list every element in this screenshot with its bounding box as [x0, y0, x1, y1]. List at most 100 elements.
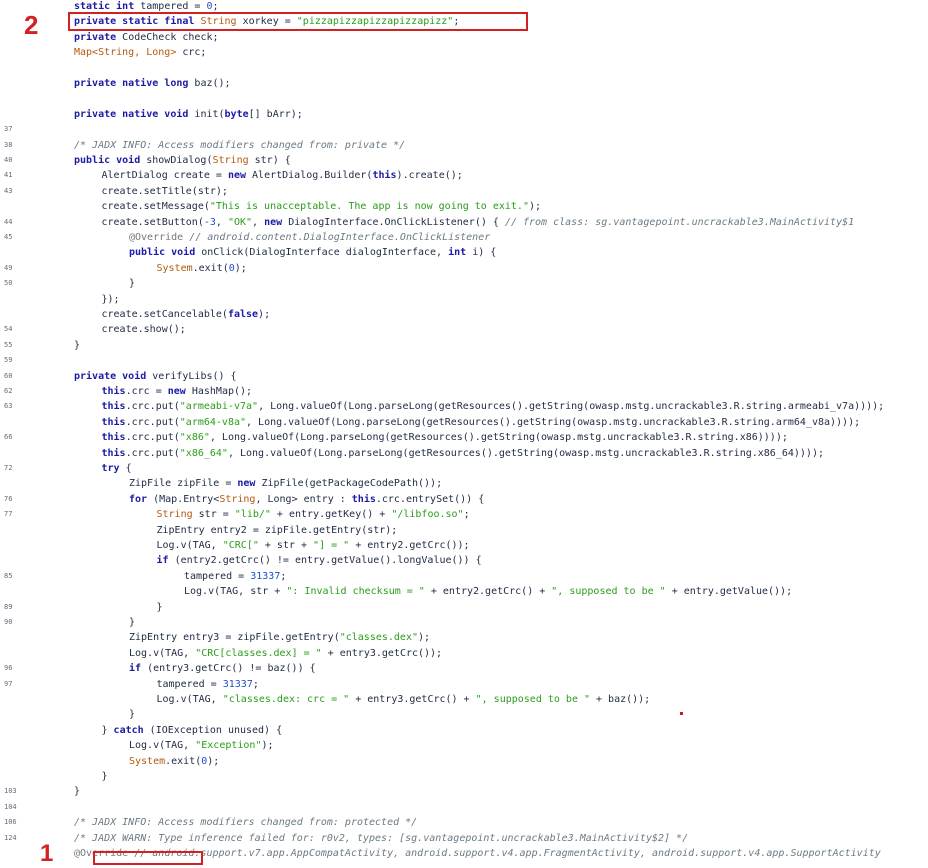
code-line[interactable]: 59 — [0, 354, 928, 367]
code-token: 31337 — [250, 570, 281, 582]
code-token: catch — [113, 724, 150, 736]
code-line[interactable]: 106 /* JADX INFO: Access modifiers change… — [0, 816, 928, 829]
line-number: 106 — [4, 818, 17, 827]
code-text: create.setTitle(str); — [102, 185, 228, 198]
code-line[interactable]: 103} — [0, 785, 928, 798]
line-number: 49 — [4, 263, 13, 272]
code-token: byte — [224, 108, 249, 120]
code-line[interactable]: }); — [0, 293, 928, 306]
code-token: ).create(); — [396, 170, 463, 182]
code-token: , Long.valueOf(Long.parseLong(getResourc… — [246, 416, 861, 428]
code-line[interactable]: Log.v(TAG, "CRC[" + str + "] = " + entry… — [0, 539, 928, 552]
code-line[interactable]: 45 @Override // android.content.DialogInt… — [0, 231, 928, 244]
code-line[interactable]: 96 if (entry3.getCrc() != baz()) { — [0, 662, 928, 675]
code-line[interactable]: 62 this.crc = new HashMap(); — [0, 385, 928, 398]
code-token: create.setTitle(str); — [101, 185, 228, 197]
code-line[interactable]: 37 — [0, 123, 928, 136]
code-line[interactable]: private native void init(byte[] bArr); — [0, 108, 928, 121]
code-line[interactable]: 89} — [0, 601, 928, 614]
code-token: DialogInterface.OnClickListener() { — [288, 216, 505, 228]
code-token: + entry3.getCrc()); — [321, 647, 443, 659]
code-line[interactable]: 54 create.show(); — [0, 323, 928, 336]
code-line[interactable]: Log.v(TAG, str + ": Invalid checksum = "… — [0, 585, 928, 598]
code-line[interactable]: this.crc.put("x86_64", Long.valueOf(Long… — [0, 447, 928, 460]
code-token: "classes.dex: crc = " — [222, 694, 350, 705]
annotation-marker-2: 2 — [24, 10, 39, 40]
code-text: Log.v(TAG, "CRC[" + str + "] = " + entry… — [157, 539, 470, 552]
code-token: tampered = — [156, 678, 223, 690]
code-text: private native long baz(); — [74, 77, 231, 90]
code-line[interactable]: 44 create.setButton(-3, "OK", new DialogI… — [0, 216, 928, 229]
code-token: .exit( — [165, 755, 202, 767]
code-line[interactable]: Log.v(TAG, "CRC[classes.dex] = " + entry… — [0, 647, 928, 660]
code-token: (IOException unused) { — [149, 724, 283, 736]
code-token: new — [264, 216, 289, 228]
code-line[interactable]: } — [0, 708, 928, 721]
code-line[interactable]: 104 — [0, 801, 928, 814]
code-line[interactable]: if (entry2.getCrc() != entry.getValue().… — [0, 554, 928, 567]
code-line[interactable]: 49 System.exit(0); — [0, 262, 928, 275]
code-line[interactable]: ZipFile zipFile = new ZipFile(getPackage… — [0, 477, 928, 490]
code-line[interactable]: 97 tampered = 31337; — [0, 678, 928, 691]
code-line[interactable]: ZipEntry entry2 = zipFile.getEntry(str); — [0, 524, 928, 537]
code-token: /* JADX WARN: Type inference failed for:… — [74, 832, 689, 844]
code-token: (entry2.getCrc() != entry.getValue().lon… — [174, 555, 482, 567]
code-text: this.crc.put("armeabi-v7a", Long.valueOf… — [102, 400, 885, 413]
code-token: String — [212, 155, 255, 166]
code-line[interactable]: 38 /* JADX INFO: Access modifiers changed… — [0, 139, 928, 152]
code-line[interactable]: 85 tampered = 31337; — [0, 570, 928, 583]
code-token: int — [116, 1, 141, 12]
code-line[interactable]: 60 private void verifyLibs() { — [0, 370, 928, 383]
code-line[interactable]: Log.v(TAG, "classes.dex: crc = " + entry… — [0, 693, 928, 706]
code-line[interactable]: 90} — [0, 616, 928, 629]
code-token: , Long.valueOf(Long.parseLong(getResourc… — [227, 447, 824, 459]
code-line[interactable]: 43 create.setTitle(str); — [0, 185, 928, 198]
code-token: , Long.valueOf(Long.parseLong(getResourc… — [209, 432, 788, 444]
code-token: showDialog( — [146, 155, 213, 166]
code-token: if — [129, 663, 148, 675]
code-line[interactable]: public void onClick(DialogInterface dial… — [0, 246, 928, 259]
code-editor[interactable]: static int tampered = 0; private static f… — [0, 0, 928, 862]
code-line[interactable]: private CodeCheck check; — [0, 31, 928, 44]
code-token: + entry.getKey() + — [270, 509, 392, 521]
code-token: { — [125, 463, 132, 474]
code-token: this — [372, 170, 397, 182]
code-line[interactable]: ZipEntry entry3 = zipFile.getEntry("clas… — [0, 631, 928, 644]
code-line[interactable]: private native long baz(); — [0, 77, 928, 90]
code-line[interactable]: 50} — [0, 277, 928, 290]
code-line[interactable]: create.setCancelable(false); — [0, 308, 928, 321]
code-line[interactable]: 63 this.crc.put("armeabi-v7a", Long.value… — [0, 400, 928, 413]
code-token: // android.support.v7.app.AppCompatActiv… — [134, 848, 881, 859]
code-text: this.crc.put("x86_64", Long.valueOf(Long… — [102, 447, 824, 460]
code-line[interactable]: create.setMessage("This is unacceptable.… — [0, 200, 928, 213]
code-line[interactable]: this.crc.put("arm64-v8a", Long.valueOf(L… — [0, 416, 928, 429]
code-line[interactable]: Map<String, Long> crc; — [0, 46, 928, 59]
line-number: 90 — [4, 618, 13, 626]
code-line[interactable]: Log.v(TAG, "Exception"); — [0, 739, 928, 752]
code-token: System — [129, 755, 166, 767]
code-line[interactable]: 124 /* JADX WARN: Type inference failed f… — [0, 832, 928, 845]
code-line[interactable]: } catch (IOException unused) { — [0, 724, 928, 737]
code-line[interactable]: 55} — [0, 339, 928, 352]
code-text: create.setButton(-3, "OK", new DialogInt… — [102, 216, 855, 229]
code-line[interactable]: System.exit(0); — [0, 755, 928, 768]
code-line[interactable]: 77 String str = "lib/" + entry.getKey() +… — [0, 508, 928, 521]
code-line[interactable]: 76 for (Map.Entry<String, Long> entry : t… — [0, 493, 928, 506]
code-token: str = — [198, 509, 235, 521]
code-token: create.show(); — [101, 324, 186, 336]
code-token: Map<String, Long> — [74, 47, 183, 59]
code-text: }); — [102, 293, 120, 306]
code-token: System — [156, 262, 193, 274]
code-token: .crc = — [125, 386, 168, 397]
code-line[interactable] — [0, 92, 928, 105]
code-token: create.setButton( — [101, 216, 204, 228]
code-line[interactable]: } — [0, 770, 928, 783]
code-line[interactable]: 41 AlertDialog create = new AlertDialog.B… — [0, 169, 928, 182]
code-text: this.crc.put("x86", Long.valueOf(Long.pa… — [102, 431, 788, 444]
code-line[interactable]: 40 public void showDialog(String str) { — [0, 154, 928, 167]
code-line[interactable]: 66 this.crc.put("x86", Long.valueOf(Long.… — [0, 431, 928, 444]
code-line[interactable] — [0, 62, 928, 75]
code-line[interactable]: 72 try { — [0, 462, 928, 475]
code-token: } — [129, 278, 136, 290]
code-token: this — [101, 401, 126, 413]
